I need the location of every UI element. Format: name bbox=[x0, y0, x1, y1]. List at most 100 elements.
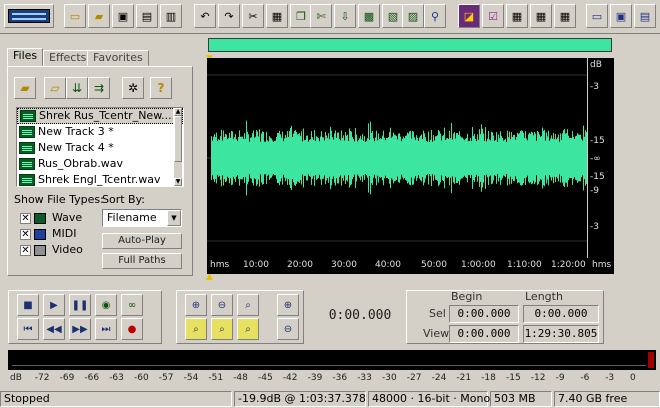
grid-b-button[interactable]: ▦ bbox=[530, 4, 552, 28]
list-item[interactable]: Shrek Engl_Tcentr.wav bbox=[17, 172, 183, 186]
marker-button[interactable]: ☑ bbox=[482, 4, 504, 28]
undo-button[interactable]: ↶ bbox=[194, 4, 216, 28]
waveform-sample bbox=[269, 136, 270, 180]
sort-by-select[interactable]: Filename ▼ bbox=[102, 209, 182, 227]
open-file-button[interactable]: ▰ bbox=[88, 4, 110, 28]
close-file-button[interactable]: ▥ bbox=[160, 4, 182, 28]
wave-checkbox[interactable]: ✕ bbox=[20, 213, 31, 224]
clip-indicator[interactable] bbox=[648, 352, 654, 368]
view-b-button[interactable]: ▣ bbox=[610, 4, 632, 28]
waveform-sample bbox=[340, 140, 341, 176]
file-list[interactable]: Shrek Rus_Tcentr_New.... New Track 3 * N… bbox=[16, 107, 184, 187]
copy-button[interactable]: ❐ bbox=[290, 4, 312, 28]
midi-checkbox[interactable]: ✕ bbox=[20, 229, 31, 240]
scroll-up-arrow-icon[interactable]: ▲ bbox=[174, 108, 182, 116]
zoom-in-button[interactable]: ⊕ bbox=[185, 294, 207, 316]
tab-files[interactable]: Files bbox=[7, 48, 44, 66]
copy-to-new-button[interactable]: ▦ bbox=[266, 4, 288, 28]
zoom-out-vertical-button[interactable]: ⊖ bbox=[277, 318, 299, 340]
multitrack-switch-button[interactable] bbox=[4, 4, 54, 28]
go-to-end-button[interactable]: ⏭ bbox=[95, 318, 117, 340]
waveform-sample bbox=[418, 140, 419, 176]
zoom-out-button[interactable]: ⊖ bbox=[211, 294, 233, 316]
cut-tool-button[interactable]: ✂ bbox=[242, 4, 264, 28]
play-button[interactable]: ▶ bbox=[43, 294, 65, 316]
spectral-view-button[interactable]: ◪ bbox=[458, 4, 480, 28]
zoom-tool-button[interactable]: ⚲ bbox=[424, 4, 446, 28]
paste-special-button[interactable]: ▩ bbox=[358, 4, 380, 28]
play-to-end-button[interactable]: ◉ bbox=[95, 294, 117, 316]
new-file-icon: ▭ bbox=[69, 9, 81, 23]
waveform-sample bbox=[365, 141, 366, 175]
list-item[interactable]: New Track 4 * bbox=[17, 140, 183, 156]
zoom-selection-button[interactable]: ⌕ bbox=[185, 318, 207, 340]
scroll-down-arrow-icon[interactable]: ▼ bbox=[174, 178, 182, 186]
waveform-sample bbox=[388, 137, 389, 179]
view-begin-field[interactable]: 0:00.000 bbox=[449, 325, 519, 343]
waveform-sample bbox=[278, 133, 279, 183]
file-list-scrollbar[interactable]: ▲ ▼ bbox=[173, 108, 182, 186]
waveform-sample bbox=[339, 138, 340, 178]
grid-c-button[interactable]: ▦ bbox=[554, 4, 576, 28]
waveform-sample bbox=[216, 132, 217, 184]
selection-begin-field[interactable]: 0:00.000 bbox=[449, 305, 519, 323]
help-button[interactable]: ? bbox=[150, 77, 172, 99]
waveform-sample bbox=[434, 140, 435, 176]
insert-into-button[interactable]: ⇉ bbox=[88, 77, 110, 99]
zoom-right-button[interactable]: ⌕ bbox=[237, 318, 259, 340]
close-selected-button[interactable]: ▱ bbox=[44, 77, 66, 99]
list-item[interactable]: New Track 3 * bbox=[17, 124, 183, 140]
zoom-left-button[interactable]: ⌕ bbox=[211, 318, 233, 340]
paste-button[interactable]: ⇩ bbox=[334, 4, 356, 28]
waveform-sample bbox=[286, 137, 287, 179]
auto-play-button[interactable]: Auto-Play bbox=[102, 233, 182, 249]
go-to-start-button[interactable]: ⏮ bbox=[17, 318, 39, 340]
save-button[interactable]: ▣ bbox=[112, 4, 134, 28]
scroll-thumb[interactable] bbox=[174, 116, 182, 162]
selection-length-field[interactable]: 0:00.000 bbox=[523, 305, 599, 323]
tab-effects[interactable]: Effects bbox=[43, 50, 93, 66]
waveform-sample bbox=[464, 140, 465, 176]
status-bar: Stopped -19.9dB @ 1:03:37.378 48000 · 16… bbox=[0, 390, 660, 408]
cut-button[interactable]: ✄ bbox=[310, 4, 332, 28]
list-item[interactable]: Rus_Obrab.wav bbox=[17, 156, 183, 172]
waveform-sample bbox=[558, 134, 559, 182]
loop-button[interactable]: ∞ bbox=[121, 294, 143, 316]
grid-a-button[interactable]: ▦ bbox=[506, 4, 528, 28]
tab-favorites[interactable]: Favorites bbox=[87, 50, 149, 66]
insert-button[interactable]: ⇊ bbox=[66, 77, 88, 99]
new-file-button[interactable]: ▭ bbox=[64, 4, 86, 28]
stop-button[interactable]: ■ bbox=[17, 294, 39, 316]
view-c-button[interactable]: ▤ bbox=[634, 4, 656, 28]
open-button[interactable]: ▰ bbox=[14, 77, 36, 99]
waveform-sample bbox=[453, 133, 454, 183]
zoom-tool-icon: ⚲ bbox=[430, 9, 440, 23]
time-display: 0:00.000 bbox=[328, 308, 392, 323]
zoom-full-button[interactable]: ⌕ bbox=[237, 294, 259, 316]
record-button[interactable]: ● bbox=[121, 318, 143, 340]
waveform-sample bbox=[311, 131, 312, 185]
properties-button[interactable]: ✲ bbox=[122, 77, 144, 99]
meter-tick: -21 bbox=[456, 373, 472, 383]
zoom-selection-icon: ⌕ bbox=[193, 323, 199, 335]
list-item[interactable]: Shrek Rus_Tcentr_New.... bbox=[17, 108, 183, 124]
fast-forward-button[interactable]: ▶▶ bbox=[69, 318, 91, 340]
waveform-sample bbox=[501, 135, 502, 181]
view-a-button[interactable]: ▭ bbox=[586, 4, 608, 28]
overview-bar[interactable] bbox=[208, 38, 612, 52]
full-paths-button[interactable]: Full Paths bbox=[102, 253, 182, 269]
waveform-display[interactable] bbox=[207, 58, 587, 274]
save-as-button[interactable]: ▤ bbox=[136, 4, 158, 28]
end-marker-icon[interactable]: ▲ bbox=[206, 273, 213, 282]
waveform-sample bbox=[319, 141, 320, 175]
rewind-button[interactable]: ◀◀ bbox=[43, 318, 65, 340]
redo-button[interactable]: ↷ bbox=[218, 4, 240, 28]
view-length-field[interactable]: 1:29:30.805 bbox=[523, 325, 599, 343]
zoom-in-vertical-button[interactable]: ⊕ bbox=[277, 294, 299, 316]
video-checkbox[interactable]: ✕ bbox=[20, 245, 31, 256]
pause-button[interactable]: ❚❚ bbox=[69, 294, 91, 316]
chevron-down-icon[interactable]: ▼ bbox=[167, 210, 181, 226]
waveform-sample bbox=[299, 132, 300, 184]
trim-button[interactable]: ▨ bbox=[402, 4, 424, 28]
mix-paste-button[interactable]: ▧ bbox=[382, 4, 404, 28]
